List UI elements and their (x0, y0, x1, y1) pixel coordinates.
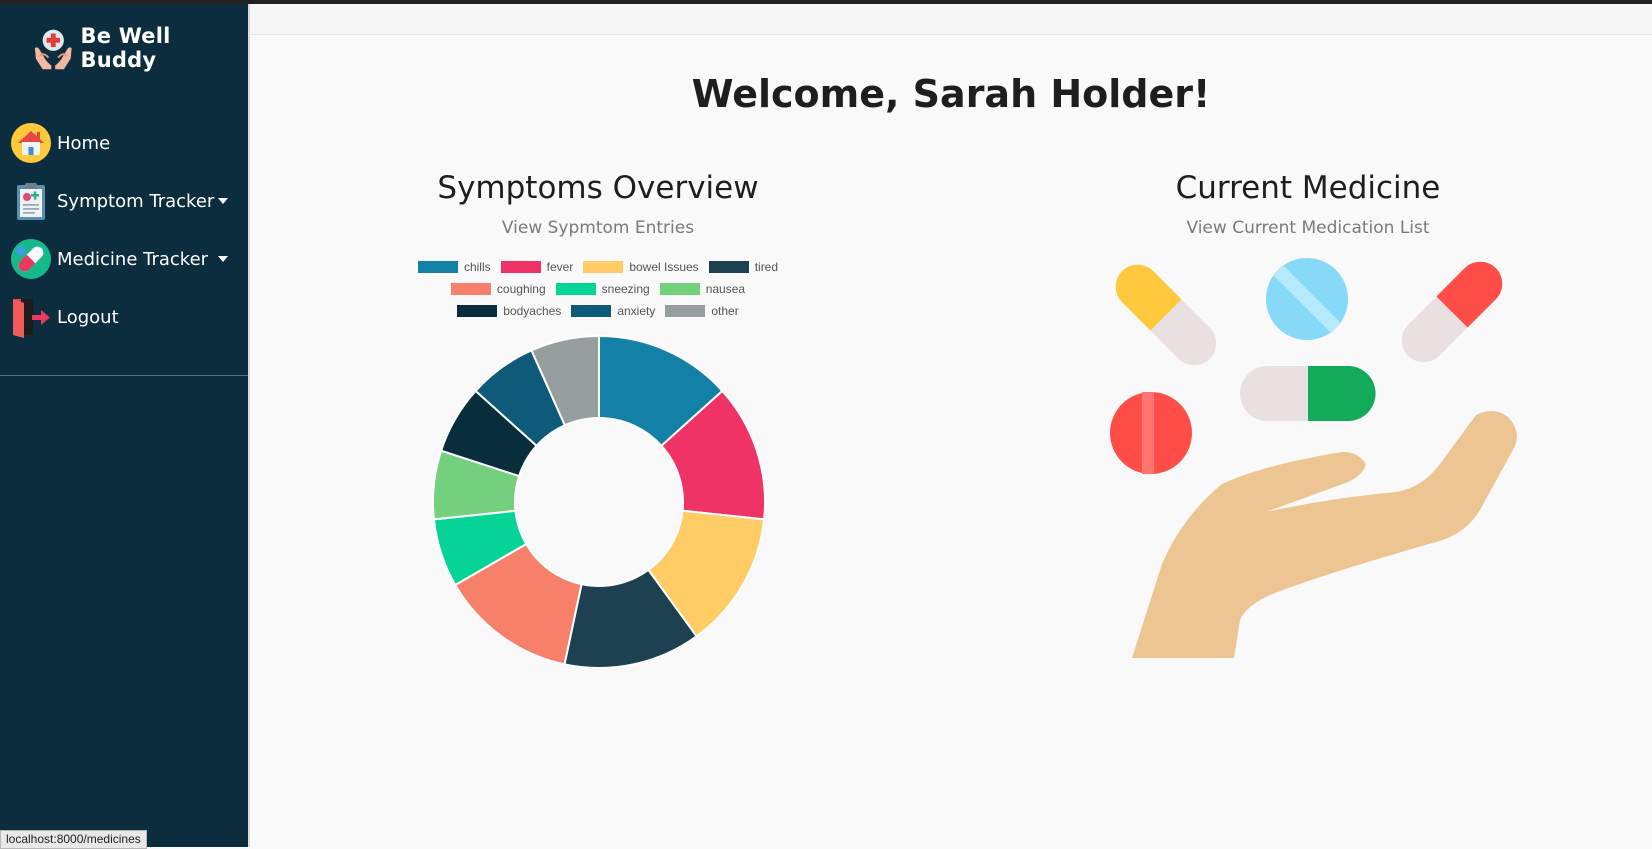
brand[interactable]: Be Well Buddy (32, 24, 248, 72)
sidebar-item-symptom-tracker[interactable]: Symptom Tracker (10, 178, 238, 224)
sidebar-divider (0, 375, 248, 376)
sidebar-item-label: Home (57, 132, 111, 154)
status-bar-url: localhost:8000/medicines (0, 830, 147, 849)
legend-item[interactable]: other (665, 304, 739, 318)
chevron-down-icon[interactable] (218, 198, 228, 204)
legend-label: nausea (705, 282, 746, 296)
view-current-medication-link[interactable]: View Current Medication List (1058, 218, 1558, 238)
clipboard-icon (17, 183, 45, 220)
medicine-hand-illustration (1110, 258, 1517, 658)
top-bar (250, 4, 1652, 35)
legend-item[interactable]: anxiety (571, 304, 655, 318)
legend-label: chills (463, 260, 491, 274)
sidebar: Be Well Buddy Home Symptom Tracker Medic… (0, 4, 250, 847)
legend-label: sneezing (601, 282, 650, 296)
legend-label: tired (754, 260, 779, 274)
legend-row: bodyaches anxiety other (338, 300, 858, 322)
view-symptom-entries-link[interactable]: View Sypmtom Entries (348, 218, 848, 238)
legend-swatch (571, 305, 612, 317)
legend-swatch (417, 261, 458, 273)
sidebar-item-home[interactable]: Home (10, 120, 238, 166)
legend-label: anxiety (617, 304, 656, 318)
legend-swatch (555, 283, 596, 295)
sidebar-item-label: Symptom Tracker (57, 190, 215, 212)
legend-label: coughing (496, 282, 546, 296)
symptoms-donut-chart (432, 334, 766, 669)
legend-label: other (711, 304, 739, 318)
legend-label: bowel Issues (629, 260, 699, 274)
legend-item[interactable]: nausea (659, 282, 746, 296)
legend-swatch (457, 305, 498, 317)
welcome-heading: Welcome, Sarah Holder! (691, 72, 1211, 116)
current-medicine-title: Current Medicine (1175, 170, 1441, 206)
legend-swatch (665, 305, 706, 317)
home-icon (11, 123, 51, 163)
logout-door-icon (13, 299, 50, 338)
app-name: Be Well Buddy (80, 24, 171, 72)
chevron-down-icon[interactable] (218, 256, 228, 262)
sidebar-item-logout[interactable]: Logout (10, 294, 238, 340)
symptoms-overview-title: Symptoms Overview (437, 170, 759, 206)
legend-item[interactable]: tired (708, 260, 779, 274)
chart-legend: chills fever bowel Issues tired coughing snee… (338, 256, 858, 322)
legend-swatch (659, 283, 700, 295)
legend-item[interactable]: fever (500, 260, 574, 274)
legend-row: coughing sneezing nausea (338, 278, 858, 300)
legend-item[interactable]: bodyaches (457, 304, 561, 318)
health-hands-logo-icon (34, 29, 72, 70)
legend-label: bodyaches (503, 304, 562, 318)
legend-row: chills fever bowel Issues tired (338, 256, 858, 278)
legend-swatch (583, 261, 624, 273)
legend-swatch (708, 261, 749, 273)
legend-swatch (500, 261, 541, 273)
legend-item[interactable]: bowel Issues (583, 260, 699, 274)
legend-label: fever (546, 260, 574, 274)
sidebar-item-label: Logout (57, 306, 119, 328)
sidebar-item-medicine-tracker[interactable]: Medicine Tracker (10, 236, 238, 282)
legend-swatch (450, 283, 491, 295)
legend-item[interactable]: coughing (450, 282, 546, 296)
pills-icon (11, 239, 51, 279)
legend-item[interactable]: chills (417, 260, 491, 274)
legend-item[interactable]: sneezing (555, 282, 650, 296)
sidebar-item-label: Medicine Tracker (57, 248, 209, 270)
